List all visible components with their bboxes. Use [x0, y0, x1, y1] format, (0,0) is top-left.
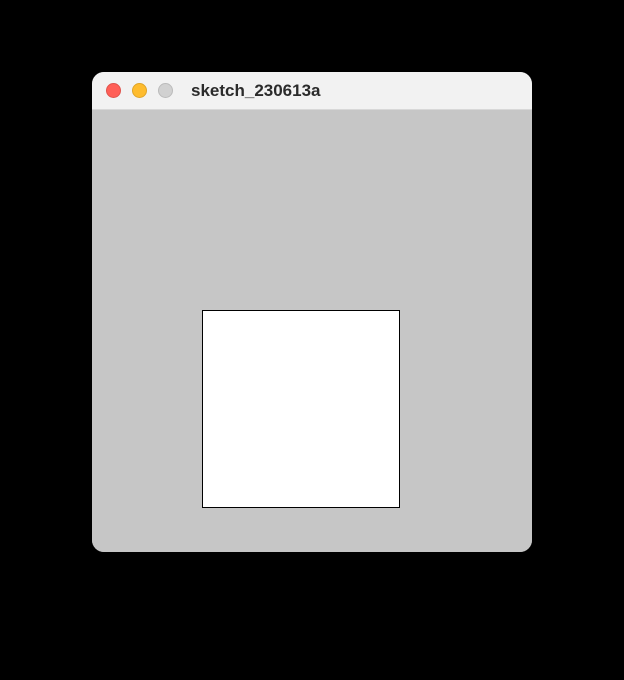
window-title: sketch_230613a [191, 81, 321, 101]
maximize-icon [158, 83, 173, 98]
rect-shape [202, 310, 400, 508]
sketch-canvas [92, 110, 532, 552]
minimize-icon[interactable] [132, 83, 147, 98]
app-window: sketch_230613a [92, 72, 532, 552]
close-icon[interactable] [106, 83, 121, 98]
titlebar[interactable]: sketch_230613a [92, 72, 532, 110]
traffic-lights [106, 83, 173, 98]
